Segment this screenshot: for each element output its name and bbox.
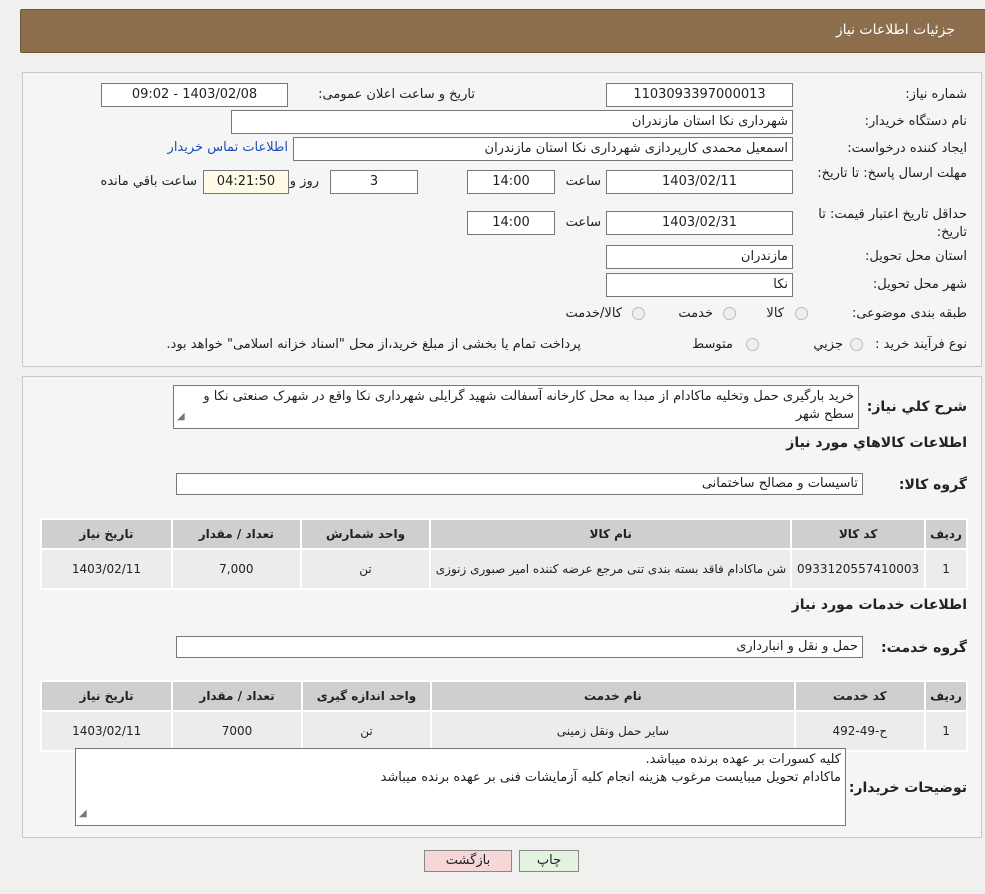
category-label: طبقه بندی موضوعی: <box>851 306 967 321</box>
col-quantity: تعداد / مقدار <box>171 680 303 712</box>
cell-goods-code: 0933120557410003 <box>790 548 927 590</box>
cell-service-code: ح-49-492 <box>793 710 927 752</box>
resize-grip-icon[interactable]: ◢ <box>79 805 87 823</box>
col-service-name: نام خدمت <box>430 680 796 712</box>
cell-quantity: 7000 <box>171 710 303 752</box>
services-table: رديف کد خدمت نام خدمت واحد اندازه گیری ت… <box>39 680 968 752</box>
col-need-date: تاريخ نياز <box>40 518 173 550</box>
buyer-notes-line-2: ماکادام تحویل میبایست مرغوب هزینه انجام … <box>380 770 841 785</box>
process-type-label: نوع فرآیند خرید : <box>875 337 967 352</box>
back-button[interactable]: بازگشت <box>424 850 512 872</box>
process-option-minor: جزیي <box>813 337 843 352</box>
goods-section-title: اطلاعات کالاهاي مورد نياز <box>786 435 967 451</box>
city-field: نکا <box>606 273 793 297</box>
print-button[interactable]: چاپ <box>519 850 579 872</box>
col-goods-name: نام کالا <box>429 518 793 550</box>
col-row-number: رديف <box>924 518 968 550</box>
cell-service-name: سایر حمل ونقل زمینی <box>430 710 796 752</box>
deadline-label: مهلت ارسال پاسخ: تا تاریخ: <box>817 166 967 181</box>
resize-grip-icon[interactable]: ◢ <box>177 408 185 426</box>
goods-group-field: تاسیسات و مصالح ساختمانی <box>176 473 863 495</box>
table-row: 1 0933120557410003 شن ماکادام فاقد بسته … <box>40 548 968 590</box>
category-option-goods-service: کالا/خدمت <box>565 306 622 321</box>
creator-label: ایجاد کننده درخواست: <box>847 141 967 156</box>
col-goods-code: کد کالا <box>790 518 927 550</box>
cell-goods-name: شن ماکادام فاقد بسته بندی تنی مرجع عرضه … <box>429 548 793 590</box>
buyer-notes-line-1: کلیه کسورات بر عهده برنده میباشد. <box>645 752 841 767</box>
table-row: 1 ح-49-492 سایر حمل ونقل زمینی تن 7000 1… <box>39 710 968 752</box>
goods-table-header: رديف کد کالا نام کالا واحد شمارش تعداد /… <box>40 518 968 550</box>
col-unit: واحد شمارش <box>299 518 432 550</box>
price-valid-label: حداقل تاریخ اعتبار قیمت: تا تاریخ: <box>818 207 967 240</box>
city-label: شهر محل تحویل: <box>872 277 967 292</box>
col-measure-unit: واحد اندازه گیری <box>300 680 433 712</box>
summary-textarea[interactable]: خرید بارگیری حمل وتخلیه ماکادام از مبدا … <box>173 385 859 429</box>
cell-unit: تن <box>299 548 432 590</box>
col-quantity: تعداد / مقدار <box>170 518 302 550</box>
category-option-service: خدمت <box>678 306 713 321</box>
category-radio-goods[interactable] <box>795 307 808 320</box>
days-field: 3 <box>330 170 418 194</box>
process-radio-medium[interactable] <box>746 338 759 351</box>
deadline-time-field: 14:00 <box>467 170 555 194</box>
need-number-field: 1103093397000013 <box>606 83 793 107</box>
goods-table: رديف کد کالا نام کالا واحد شمارش تعداد /… <box>40 518 968 590</box>
process-radio-minor[interactable] <box>850 338 863 351</box>
page-title: جزئیات اطلاعات نیاز <box>835 22 955 38</box>
cell-need-date: 1403/02/11 <box>39 710 174 752</box>
category-option-goods: کالا <box>766 306 784 321</box>
price-valid-time-field: 14:00 <box>467 211 555 235</box>
cell-quantity: 7,000 <box>170 548 302 590</box>
services-group-label: گروه خدمت: <box>881 640 967 656</box>
buyer-org-field: شهرداری نکا استان مازندران <box>231 110 793 134</box>
col-row-number: رديف <box>924 680 968 712</box>
category-radio-goods-service[interactable] <box>632 307 645 320</box>
services-group-field: حمل و نقل و انبارداری <box>176 636 863 658</box>
services-section-title: اطلاعات خدمات مورد نياز <box>791 597 967 613</box>
summary-label: شرح کلي نياز: <box>866 399 967 415</box>
category-radio-service[interactable] <box>723 307 736 320</box>
buyer-notes-textarea[interactable]: کلیه کسورات بر عهده برنده میباشد. ماکادا… <box>75 748 846 826</box>
page-header: جزئیات اطلاعات نیاز <box>20 9 985 53</box>
announce-label: تاریخ و ساعت اعلان عمومی: <box>318 87 475 102</box>
cell-row-number: 1 <box>924 710 968 752</box>
process-option-medium: متوسط <box>692 337 733 352</box>
col-need-date: تاريخ نياز <box>39 680 174 712</box>
services-table-header: رديف کد خدمت نام خدمت واحد اندازه گیری ت… <box>39 680 968 712</box>
days-label: روز و <box>289 174 319 189</box>
price-valid-date-field: 1403/02/31 <box>606 211 793 235</box>
goods-group-label: گروه کالا: <box>898 477 967 493</box>
remaining-time-field: 04:21:50 <box>203 170 289 194</box>
announce-field: 1403/02/08 - 09:02 <box>101 83 288 107</box>
buyer-org-label: نام دستگاه خریدار: <box>864 114 967 129</box>
summary-text: خرید بارگیری حمل وتخلیه ماکادام از مبدا … <box>203 389 854 422</box>
cell-need-date: 1403/02/11 <box>40 548 173 590</box>
creator-field: اسمعیل محمدی کارپردازی شهرداری نکا استان… <box>293 137 793 161</box>
process-note: پرداخت تمام یا بخشی از مبلغ خرید،از محل … <box>166 337 581 352</box>
buyer-notes-label: توضیحات خریدار: <box>848 780 967 796</box>
cell-measure-unit: تن <box>300 710 433 752</box>
deadline-date-field: 1403/02/11 <box>606 170 793 194</box>
need-number-label: شماره نیاز: <box>905 87 967 102</box>
price-valid-time-label: ساعت <box>565 215 601 230</box>
province-label: استان محل تحویل: <box>865 249 967 264</box>
col-service-code: کد خدمت <box>793 680 927 712</box>
cell-row-number: 1 <box>924 548 968 590</box>
province-field: مازندران <box>606 245 793 269</box>
deadline-time-label: ساعت <box>565 174 601 189</box>
remaining-label: ساعت باقي مانده <box>100 174 197 189</box>
buyer-contact-link[interactable]: اطلاعات تماس خریدار <box>168 140 288 155</box>
